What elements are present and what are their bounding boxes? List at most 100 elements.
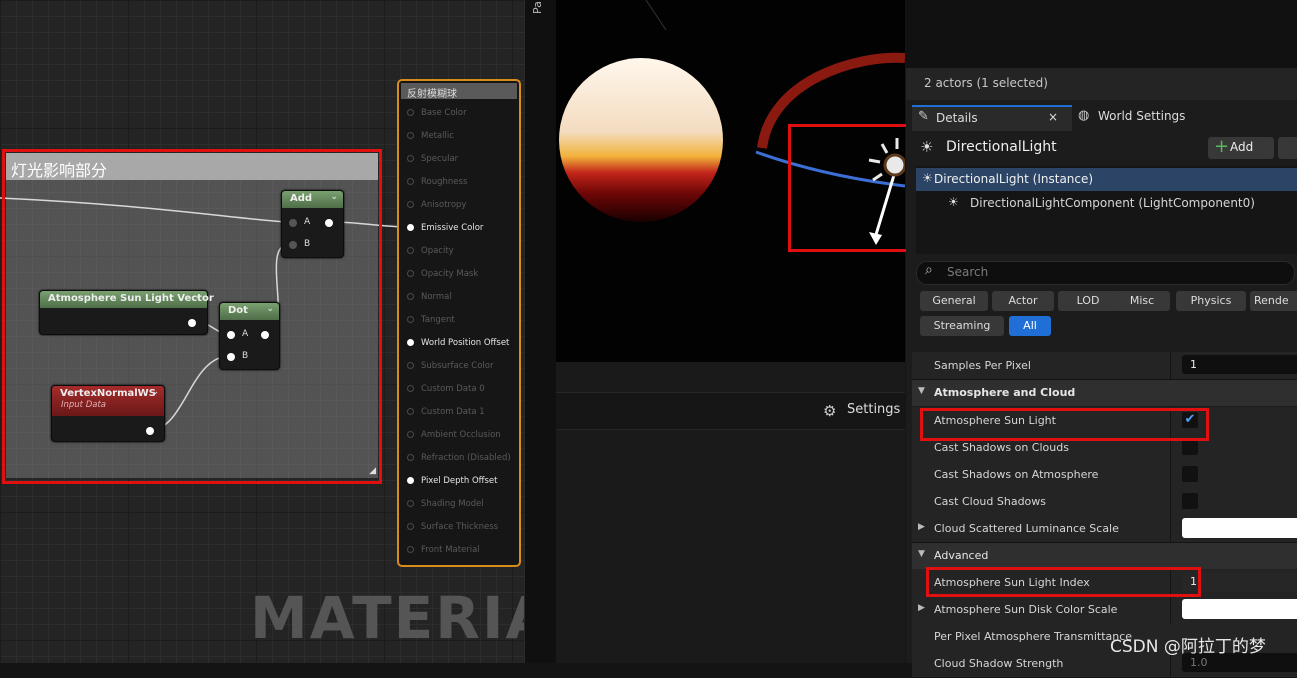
tree-item-instance-label: DirectionalLight (Instance) [934, 172, 1094, 186]
material-input-pin-icon[interactable] [407, 224, 414, 231]
close-icon[interactable]: × [1048, 110, 1058, 124]
cast-cloud-shadows-checkbox[interactable] [1182, 493, 1198, 509]
material-input-pin-icon[interactable] [407, 477, 414, 484]
tab-world-settings-label: World Settings [1098, 109, 1186, 123]
filter-all[interactable]: All [1009, 316, 1051, 336]
filter-actor[interactable]: Actor [992, 291, 1054, 311]
csdn-watermark: CSDN @阿拉丁的梦 [1110, 637, 1266, 657]
material-input-label: Opacity Mask [421, 269, 479, 279]
tree-item-component[interactable]: DirectionalLightComponent (LightComponen… [970, 196, 1255, 210]
material-input-pin-icon[interactable] [407, 523, 414, 530]
highlight-box-sun-light [920, 408, 1209, 441]
prop-cast-clouds-label: Cast Shadows on Clouds [934, 441, 1069, 454]
samples-value: 1 [1190, 358, 1197, 371]
material-input-pin-icon[interactable] [407, 339, 414, 346]
material-input-label: Opacity [421, 246, 454, 256]
add-button-label: Add [1230, 140, 1254, 154]
actors-count: 2 actors (1 selected) [924, 76, 1048, 90]
prop-cast-shadows-atmosphere: Cast Shadows on Atmosphere [912, 461, 1297, 489]
prop-disk-color-label: Atmosphere Sun Disk Color Scale [934, 603, 1118, 616]
search-input[interactable]: ⌕ Search [916, 261, 1295, 285]
samples-per-pixel-input[interactable]: 1 [1182, 355, 1297, 374]
material-input-pin-icon[interactable] [407, 500, 414, 507]
material-input-label: Tangent [421, 315, 455, 325]
tree-item-instance[interactable]: ☀ DirectionalLight (Instance) [916, 168, 1297, 191]
cast-shadows-atmosphere-checkbox[interactable] [1182, 466, 1198, 482]
side-tab-label[interactable]: Pa [531, 1, 544, 14]
category-advanced[interactable]: ▼ Advanced [912, 543, 1297, 569]
directional-light-icon: ☀ [922, 171, 933, 185]
material-watermark: MATERIAL [250, 584, 524, 652]
prop-samples-per-pixel: Samples Per Pixel 1 [912, 352, 1297, 380]
prop-cloud-strength-label: Cloud Shadow Strength [934, 657, 1064, 670]
filter-general[interactable]: General [920, 291, 988, 311]
material-result-node[interactable]: 反射模糊球 Base Color Metallic Specular Roughnes… [397, 79, 521, 567]
material-input-pin-icon[interactable] [407, 132, 414, 139]
prop-cast-cloud-shadows-label: Cast Cloud Shadows [934, 495, 1047, 508]
filter-physics[interactable]: Physics [1176, 291, 1246, 311]
material-node-title: 反射模糊球 [401, 83, 517, 100]
pencil-icon: ✎ [918, 109, 929, 124]
material-input-label: Roughness [421, 177, 468, 187]
light-component-icon: ☀ [948, 195, 959, 209]
filter-rendering[interactable]: Rende [1250, 291, 1297, 311]
material-input-pin-icon[interactable] [407, 316, 414, 323]
panel-top-blank [906, 0, 1297, 68]
material-input-label: Surface Thickness [421, 522, 499, 532]
chevron-right-icon[interactable]: ▶ [918, 603, 925, 613]
material-input-pin-icon[interactable] [407, 270, 414, 277]
material-input-pin-icon[interactable] [407, 247, 414, 254]
category-atmosphere-label: Atmosphere and Cloud [934, 386, 1076, 399]
plus-icon: + [1214, 136, 1230, 157]
chevron-down-icon: ▼ [918, 549, 925, 559]
material-input-pin-icon[interactable] [407, 155, 414, 162]
material-input-pin-icon[interactable] [407, 431, 414, 438]
add-component-button[interactable]: + Add [1208, 136, 1274, 159]
material-input-pin-icon[interactable] [407, 178, 414, 185]
material-input-pin-icon[interactable] [407, 109, 414, 116]
filter-streaming[interactable]: Streaming [920, 316, 1004, 336]
blueprint-button[interactable] [1278, 137, 1297, 159]
column-divider [1170, 515, 1171, 542]
material-input-label: Emissive Color [421, 223, 484, 233]
material-input-label: Subsurface Color [421, 361, 494, 371]
filter-misc[interactable]: Misc [1114, 291, 1170, 311]
prop-samples-label: Samples Per Pixel [934, 359, 1031, 372]
sky-sphere [559, 58, 723, 222]
side-tab-strip[interactable] [524, 0, 556, 663]
tab-details[interactable]: ✎ Details × [912, 105, 1072, 131]
material-input-pin-icon[interactable] [407, 385, 414, 392]
column-divider [1170, 352, 1171, 379]
material-input-label: Metallic [421, 131, 454, 141]
column-divider [1170, 596, 1171, 623]
prop-cloud-scattered-luminance: ▶ Cloud Scattered Luminance Scale [912, 515, 1297, 543]
column-divider [1170, 461, 1171, 488]
material-input-pin-icon[interactable] [407, 362, 414, 369]
gear-icon[interactable]: ⚙ [823, 402, 836, 420]
column-divider [1170, 488, 1171, 515]
actor-title: DirectionalLight [946, 139, 1057, 155]
sun-disk-color-swatch[interactable] [1182, 599, 1297, 619]
globe-icon: ◍ [1078, 108, 1090, 123]
prop-cast-cloud-shadows: Cast Cloud Shadows [912, 488, 1297, 516]
material-input-pin-icon[interactable] [407, 454, 414, 461]
material-input-pin-icon[interactable] [407, 201, 414, 208]
component-tree: ☀ DirectionalLight (Instance) ☀ Directio… [916, 166, 1297, 254]
cast-shadows-clouds-checkbox[interactable] [1182, 439, 1198, 455]
material-input-pin-icon[interactable] [407, 546, 414, 553]
prop-cloud-scatter-label: Cloud Scattered Luminance Scale [934, 522, 1119, 535]
material-input-label: Front Material [421, 545, 480, 555]
material-input-pin-icon[interactable] [407, 408, 414, 415]
prop-per-pixel-label: Per Pixel Atmosphere Transmittance [934, 630, 1133, 643]
cloud-scattered-color-swatch[interactable] [1182, 518, 1297, 538]
chevron-right-icon[interactable]: ▶ [918, 522, 925, 532]
prop-cast-atmos-label: Cast Shadows on Atmosphere [934, 468, 1099, 481]
material-input-pin-icon[interactable] [407, 293, 414, 300]
filter-lod[interactable]: LOD [1058, 291, 1118, 311]
faint-line [645, 0, 667, 31]
highlight-box-sun-index [926, 567, 1201, 597]
settings-button[interactable]: Settings [847, 402, 900, 417]
tab-world-settings[interactable]: ◍ World Settings [1078, 105, 1238, 129]
prop-atmosphere-sun-disk-color: ▶ Atmosphere Sun Disk Color Scale [912, 596, 1297, 624]
category-atmosphere-and-cloud[interactable]: ▼ Atmosphere and Cloud [912, 380, 1297, 406]
